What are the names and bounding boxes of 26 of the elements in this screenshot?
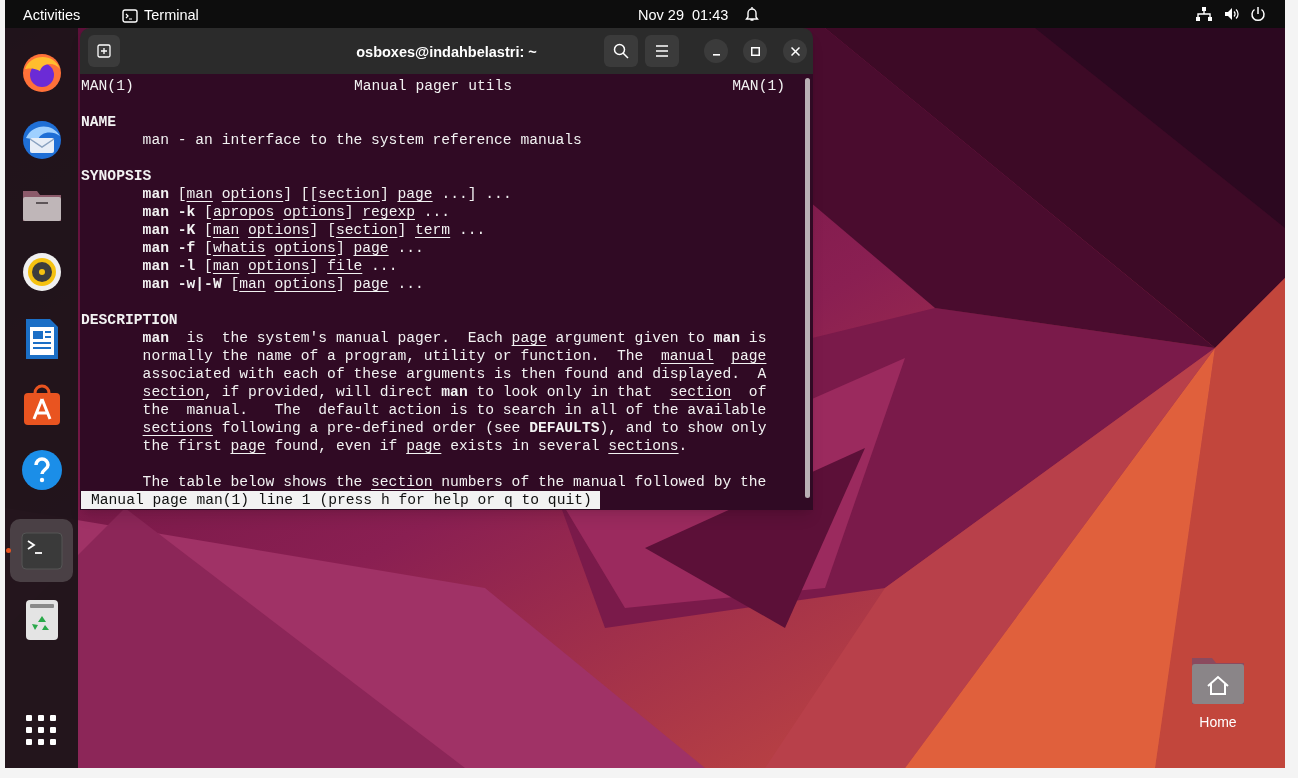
man-line: associated with each of these arguments is then found and displayed. A [142, 365, 767, 383]
section-heading: SYNOPSIS [81, 167, 152, 185]
man-line: man -w|-W [man options] page ... [142, 275, 424, 293]
man-line: man - an interface to the system reference manuals [142, 131, 582, 149]
man-line: man -l [man options] file ... [142, 257, 398, 275]
home-folder[interactable]: Home [1185, 654, 1251, 733]
man-line: man [man options] [[section] page ...] ... [142, 185, 512, 203]
activities-button[interactable]: Activities [23, 5, 81, 27]
section-heading: DESCRIPTION [81, 311, 178, 329]
man-line: the manual. The default action is to search in all of the available [142, 401, 767, 419]
man-line: normally the name of a program, utility or function. The manual page [142, 347, 767, 365]
man-line: man is the system's manual pager. Each page argument given to man is [142, 329, 767, 347]
man-line: man -f [whatis options] page ... [142, 239, 424, 257]
man-line: man -K [man options] [section] term ... [142, 221, 486, 239]
page-header-text: MAN(1) [732, 77, 785, 95]
man-line: sections following a pre-defined order (see DEFAULTS), and to show only [142, 419, 767, 437]
app-menu-button[interactable]: Terminal [122, 5, 199, 27]
man-line: section, if provided, will direct man to look only in that section of [142, 383, 767, 401]
man-line: man -k [apropos options] regexp ... [142, 203, 451, 221]
page-header-text: MAN(1) [81, 77, 134, 95]
page-header-title: Manual pager utils [353, 77, 513, 95]
clock-button[interactable]: Nov 29 01:43 [638, 5, 729, 27]
man-line: The table below shows the section numbers of the manual followed by the [142, 473, 767, 491]
section-heading: NAME [81, 113, 117, 131]
man-line: the first page found, even if page exists in several sections. [142, 437, 688, 455]
window-title: osboxes@indahbelastri: ~ [355, 43, 538, 62]
